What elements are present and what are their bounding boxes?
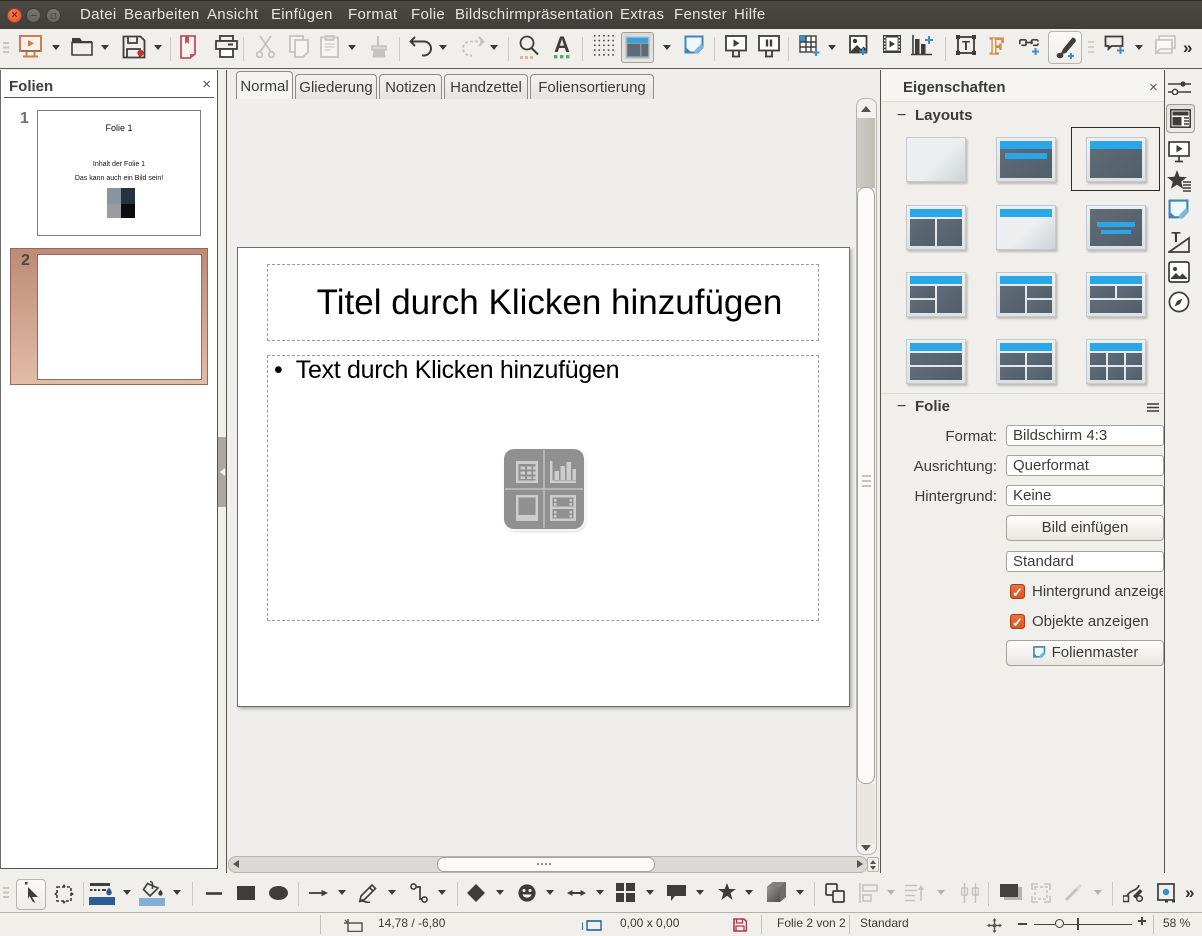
svg-text:I: I (581, 921, 584, 932)
svg-text:F: F (990, 35, 1005, 57)
svg-text:T: T (1171, 230, 1180, 246)
svg-text:A: A (554, 35, 570, 57)
svg-text:T: T (962, 38, 970, 53)
